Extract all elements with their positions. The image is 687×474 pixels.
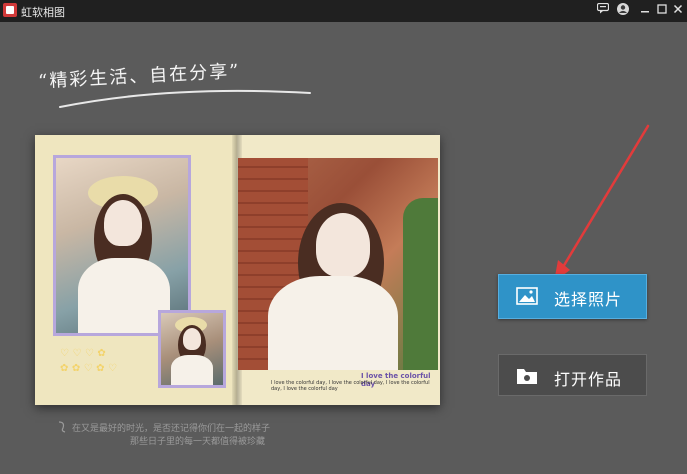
title-bar: 虹软相图 [0,0,687,22]
open-work-label: 打开作品 [554,370,623,389]
album-caption-line: I love the colorful day, I love the colo… [271,380,430,392]
album-preview: ♡ ♡ ♡ ✿ ✿ ✿ ♡ ✿ ♡ I love the colorful da… [35,135,440,405]
album-photo-main [53,155,191,336]
image-icon [516,287,538,305]
minimize-icon[interactable] [636,2,654,20]
app-logo-icon [3,3,17,17]
open-work-button[interactable]: 打开作品 [498,354,647,396]
quote-mark-icon [58,421,66,433]
user-icon[interactable] [614,2,632,20]
app-title: 虹软相图 [21,6,65,19]
select-photos-button[interactable]: 选择照片 [498,274,647,319]
album-photo-large [238,158,438,370]
album-deco-text-1: ♡ ♡ ♡ ✿ [60,348,106,359]
close-icon[interactable] [669,2,687,20]
album-deco-text-2: ✿ ✿ ♡ ✿ ♡ [60,363,117,374]
slogan-underline-decoration [59,89,311,108]
folder-icon [517,369,537,384]
red-arrow-annotation [554,124,650,282]
album-photo-small [158,310,226,388]
bottom-note-line-1: 在又是最好的时光，是否还记得你们在一起的样子 [72,424,271,434]
message-icon[interactable] [594,2,612,20]
select-photos-label: 选择照片 [554,290,623,309]
bottom-note-line-2: 那些日子里的每一天都值得被珍藏 [130,437,266,447]
